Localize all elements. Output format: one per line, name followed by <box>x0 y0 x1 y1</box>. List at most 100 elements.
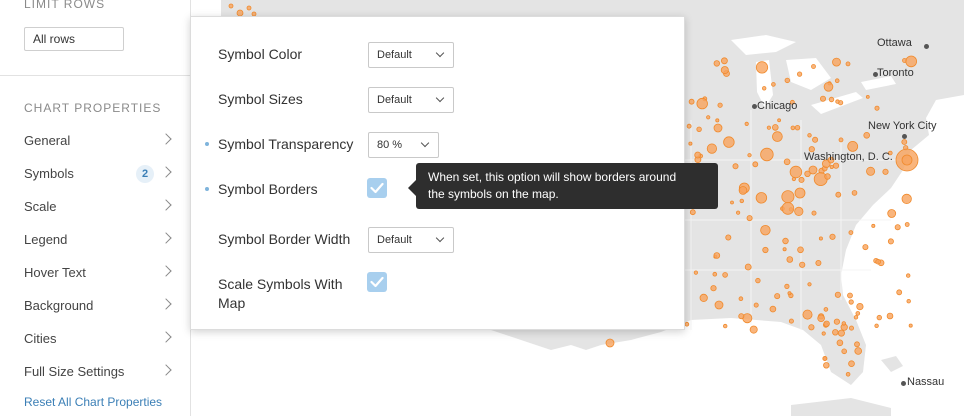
map-symbol[interactable] <box>841 321 846 326</box>
map-symbol[interactable] <box>874 105 880 111</box>
map-symbol[interactable] <box>862 244 869 251</box>
map-symbol[interactable] <box>744 121 749 127</box>
map-symbol[interactable] <box>720 66 729 75</box>
sidebar-item-general[interactable]: General <box>0 124 190 157</box>
map-symbol[interactable] <box>849 325 855 331</box>
map-symbol[interactable] <box>798 176 805 183</box>
map-symbol[interactable] <box>760 147 774 162</box>
map-symbol[interactable] <box>762 246 769 254</box>
map-symbol[interactable] <box>738 313 745 320</box>
map-symbol[interactable] <box>832 329 839 336</box>
map-symbol[interactable] <box>847 140 859 152</box>
map-symbol[interactable] <box>799 261 806 268</box>
map-symbol[interactable] <box>901 193 912 204</box>
map-symbol[interactable] <box>789 165 803 179</box>
map-symbol[interactable] <box>896 289 903 296</box>
map-symbol[interactable] <box>766 125 772 130</box>
map-symbol[interactable] <box>769 305 777 313</box>
limit-rows-input[interactable]: All rows <box>24 27 124 51</box>
map-symbol[interactable] <box>735 210 741 215</box>
map-symbol[interactable] <box>706 143 718 154</box>
map-symbol[interactable] <box>835 99 840 104</box>
map-symbol[interactable] <box>783 158 791 166</box>
map-symbol[interactable] <box>713 123 723 133</box>
map-symbol[interactable] <box>808 324 815 331</box>
map-symbol[interactable] <box>782 247 787 252</box>
map-symbol[interactable] <box>886 312 894 320</box>
map-symbol[interactable] <box>853 315 859 320</box>
map-symbol[interactable] <box>815 259 822 266</box>
map-symbol[interactable] <box>887 209 897 218</box>
map-symbol[interactable] <box>686 123 692 129</box>
map-symbol[interactable] <box>725 234 732 241</box>
map-symbol[interactable] <box>836 339 844 347</box>
map-symbol[interactable] <box>863 132 870 139</box>
map-symbol[interactable] <box>714 300 724 310</box>
scale-symbols-checkbox[interactable] <box>367 272 387 292</box>
map-symbol[interactable] <box>713 60 720 67</box>
map-symbol[interactable] <box>906 273 911 278</box>
map-symbol[interactable] <box>721 57 728 65</box>
map-symbol[interactable] <box>788 318 794 324</box>
map-symbol[interactable] <box>848 360 855 368</box>
map-symbol[interactable] <box>824 173 831 180</box>
map-symbol[interactable] <box>838 137 844 143</box>
map-symbol[interactable] <box>848 230 854 236</box>
map-symbol[interactable] <box>790 125 796 131</box>
map-symbol[interactable] <box>828 96 835 103</box>
map-symbol[interactable] <box>821 331 826 336</box>
map-symbol[interactable] <box>723 136 735 148</box>
map-symbol[interactable] <box>744 263 752 271</box>
map-symbol[interactable] <box>784 283 790 289</box>
map-symbol[interactable] <box>818 236 823 241</box>
map-symbol[interactable] <box>802 309 813 320</box>
map-symbol[interactable] <box>712 271 718 277</box>
map-symbol[interactable] <box>786 256 794 263</box>
map-symbol[interactable] <box>710 285 717 292</box>
map-symbol[interactable] <box>777 118 781 123</box>
symbol-color-dropdown[interactable]: Default <box>368 42 454 68</box>
map-symbol[interactable] <box>837 329 845 337</box>
map-symbol[interactable] <box>742 313 753 324</box>
map-symbol[interactable] <box>847 292 853 299</box>
map-symbol[interactable] <box>905 55 917 68</box>
map-symbol[interactable] <box>781 190 795 204</box>
map-symbol[interactable] <box>856 302 864 311</box>
map-symbol[interactable] <box>755 277 761 284</box>
map-symbol[interactable] <box>794 206 804 216</box>
map-symbol[interactable] <box>807 282 812 287</box>
symbol-sizes-dropdown[interactable]: Default <box>368 87 454 113</box>
map-symbol[interactable] <box>829 233 836 240</box>
map-symbol[interactable] <box>832 162 840 169</box>
map-symbol[interactable] <box>823 307 829 312</box>
map-symbol[interactable] <box>855 311 861 316</box>
map-symbol[interactable] <box>771 82 776 87</box>
sidebar-item-symbols[interactable]: Symbols 2 <box>0 157 190 190</box>
map-symbol[interactable] <box>851 190 858 196</box>
map-symbol[interactable] <box>755 192 768 204</box>
map-symbol[interactable] <box>794 124 801 131</box>
map-symbol[interactable] <box>823 362 830 369</box>
map-symbol[interactable] <box>822 355 828 361</box>
symbol-transparency-dropdown[interactable]: 80 % <box>368 132 439 158</box>
map-symbol[interactable] <box>696 97 708 110</box>
map-symbol[interactable] <box>834 291 842 298</box>
map-symbol[interactable] <box>811 64 816 69</box>
map-symbol[interactable] <box>832 57 841 67</box>
map-symbol[interactable] <box>834 78 840 83</box>
map-symbol[interactable] <box>722 272 728 278</box>
map-symbol[interactable] <box>771 124 779 131</box>
sidebar-item-background[interactable]: Background <box>0 289 190 322</box>
map-symbol[interactable] <box>730 200 734 205</box>
map-symbol[interactable] <box>823 320 830 327</box>
map-symbol[interactable] <box>812 136 819 143</box>
map-symbol[interactable] <box>713 252 721 259</box>
map-symbol[interactable] <box>688 141 693 146</box>
map-symbol[interactable] <box>901 139 908 145</box>
map-symbol[interactable] <box>906 299 911 304</box>
map-symbol[interactable] <box>901 154 913 166</box>
map-symbol[interactable] <box>746 215 753 222</box>
map-symbol[interactable] <box>732 163 739 170</box>
sidebar-item-legend[interactable]: Legend <box>0 223 190 256</box>
map-symbol[interactable] <box>752 161 759 168</box>
